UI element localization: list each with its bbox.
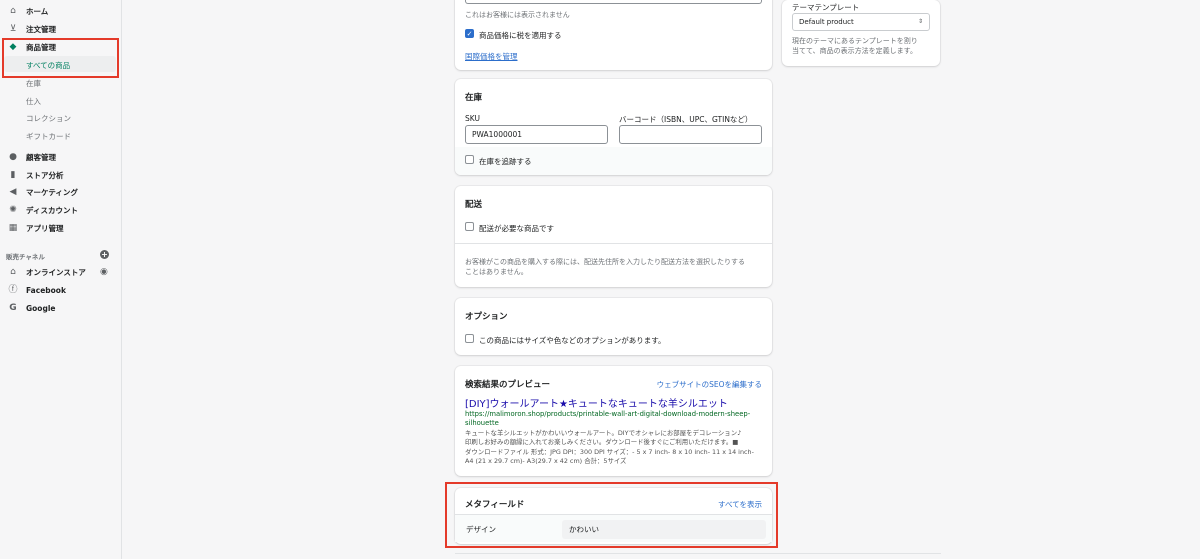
customer-icon: ● xyxy=(9,152,17,162)
seo-description: キュートな羊シルエットがかわいいウォールアート。DIYでオシャレにお部屋をデコレ… xyxy=(465,429,763,466)
seo-url-line2: silhouette xyxy=(465,419,499,427)
nav-home[interactable]: ⌂ ホーム xyxy=(0,3,122,19)
order-icon: ⊻ xyxy=(9,24,17,34)
theme-desc-line2: 当てて、商品の表示方法を定義します。 xyxy=(792,47,917,55)
nav-collections[interactable]: コレクション xyxy=(26,113,71,124)
analytics-icon: ▮ xyxy=(10,170,16,180)
shipping-divider xyxy=(455,243,772,244)
sku-input[interactable]: PWA1000001 xyxy=(465,125,608,144)
nav-home-label: ホーム xyxy=(26,6,49,16)
seo-page-title: [DIY]ウォールアート★キュートなキュートな羊シルエット xyxy=(465,399,728,410)
discount-icon: ✺ xyxy=(9,205,17,215)
pricing-card: これはお客様には表示されません ✓ 商品価格に税を適用する 国際価格を管理 xyxy=(455,0,772,70)
theme-template-title: テーマテンプレート xyxy=(792,3,860,12)
nav-facebook[interactable]: ⓕ Facebook xyxy=(0,282,122,298)
sales-channels-title: 販売チャネル xyxy=(6,253,45,261)
highlight-box-products xyxy=(2,38,119,78)
add-channel-icon[interactable]: + xyxy=(100,250,109,259)
store-icon: ⌂ xyxy=(10,267,16,277)
shipping-note-line1: お客様がこの商品を購入する際には、配送先住所を入力したり配送方法を選択したりする xyxy=(465,258,745,266)
nav-apps[interactable]: ▦ アプリ管理 xyxy=(0,220,122,236)
nav-customers-label: 顧客管理 xyxy=(26,152,56,162)
home-icon: ⌂ xyxy=(10,6,16,16)
edit-seo-link[interactable]: ウェブサイトのSEOを編集する xyxy=(657,379,762,390)
inventory-card: 在庫 SKU PWA1000001 バーコード（ISBN、UPC、GTINなど）… xyxy=(455,79,772,175)
nav-google-label: Google xyxy=(26,303,56,313)
shipping-title: 配送 xyxy=(465,200,483,210)
tax-label: 商品価格に税を適用する xyxy=(479,31,562,40)
nav-gift-cards[interactable]: ギフトカード xyxy=(26,131,71,142)
eye-icon[interactable]: ◉ xyxy=(100,267,108,277)
options-checkbox[interactable] xyxy=(465,334,474,343)
facebook-icon: ⓕ xyxy=(8,285,18,295)
shipping-required-label: 配送が必要な商品です xyxy=(479,224,554,233)
options-card: オプション この商品にはサイズや色などのオプションがあります。 xyxy=(455,298,772,355)
options-label: この商品にはサイズや色などのオプションがあります。 xyxy=(479,336,666,345)
nav-apps-label: アプリ管理 xyxy=(26,223,64,233)
nav-transfers[interactable]: 仕入 xyxy=(26,96,41,107)
nav-google[interactable]: G Google xyxy=(0,300,122,316)
seo-url: https://malimoron.shop/products/printabl… xyxy=(465,410,755,428)
track-inventory-label: 在庫を追跡する xyxy=(479,157,532,166)
nav-orders[interactable]: ⊻ 注文管理 xyxy=(0,21,122,37)
seo-desc-line1: キュートな羊シルエットがかわいいウォールアート。DIYでオシャレにお部屋をデコレ… xyxy=(465,429,742,437)
hidden-note: これはお客様には表示されません xyxy=(465,11,570,19)
intl-pricing-link[interactable]: 国際価格を管理 xyxy=(465,51,518,62)
marketing-icon: ◀ xyxy=(9,187,17,197)
shipping-required-checkbox[interactable] xyxy=(465,222,474,231)
nav-discounts-label: ディスカウント xyxy=(26,205,78,215)
tax-checkbox[interactable]: ✓ xyxy=(465,29,474,38)
barcode-input[interactable] xyxy=(619,125,762,144)
shipping-card: 配送 配送が必要な商品です お客様がこの商品を購入する際には、配送先住所を入力し… xyxy=(455,186,772,287)
nav-marketing[interactable]: ◀ マーケティング xyxy=(0,184,122,200)
nav-facebook-label: Facebook xyxy=(26,285,66,295)
nav-marketing-label: マーケティング xyxy=(26,187,78,197)
google-icon: G xyxy=(9,303,17,313)
sidebar-nav: ⌂ ホーム ⊻ 注文管理 ◆ 商品管理 すべての商品 在庫 仕入 コレクション … xyxy=(0,0,122,559)
bottom-divider xyxy=(455,553,941,554)
nav-inventory[interactable]: 在庫 xyxy=(26,78,41,89)
seo-desc-line4: A4 (21 x 29.7 cm)- A3(29.7 x 42 cm) 合計：5… xyxy=(465,456,627,465)
nav-customers[interactable]: ● 顧客管理 xyxy=(0,149,122,165)
theme-template-selected: Default product xyxy=(799,18,854,26)
theme-desc-line1: 現在のテーマにあるテンプレートを割り xyxy=(792,37,918,45)
seo-card: 検索結果のプレビュー ウェブサイトのSEOを編集する [DIY]ウォールアート★… xyxy=(455,366,772,476)
track-inventory-checkbox[interactable] xyxy=(465,155,474,164)
nav-online-store-label: オンラインストア xyxy=(26,267,86,277)
seo-desc-line3: ダウンロードファイル 形式：JPG DPI：300 DPI サイズ：- 5 x … xyxy=(465,447,754,456)
cost-input[interactable] xyxy=(465,0,762,4)
options-title: オプション xyxy=(465,312,508,322)
barcode-label: バーコード（ISBN、UPC、GTINなど） xyxy=(619,115,753,124)
select-arrows-icon: ⇕ xyxy=(917,18,923,25)
shipping-note-line2: ことはありません。 xyxy=(465,268,528,276)
seo-title: 検索結果のプレビュー xyxy=(465,380,551,390)
highlight-box-metafields xyxy=(445,482,778,548)
nav-discounts[interactable]: ✺ ディスカウント xyxy=(0,202,122,218)
theme-template-select[interactable]: Default product ⇕ xyxy=(792,13,930,31)
apps-icon: ▦ xyxy=(8,223,18,233)
nav-orders-label: 注文管理 xyxy=(26,24,56,34)
nav-analytics[interactable]: ▮ ストア分析 xyxy=(0,167,122,183)
nav-analytics-label: ストア分析 xyxy=(26,170,64,180)
inventory-title: 在庫 xyxy=(465,93,483,103)
seo-url-line1: https://malimoron.shop/products/printabl… xyxy=(465,410,751,418)
sku-label: SKU xyxy=(465,114,480,123)
theme-template-card: テーマテンプレート Default product ⇕ 現在のテーマにあるテンプ… xyxy=(782,0,940,66)
seo-desc-line2: 印刷しお好みの額縁に入れてお楽しみください。ダウンロード後すぐにご利用いただけま… xyxy=(465,438,739,447)
